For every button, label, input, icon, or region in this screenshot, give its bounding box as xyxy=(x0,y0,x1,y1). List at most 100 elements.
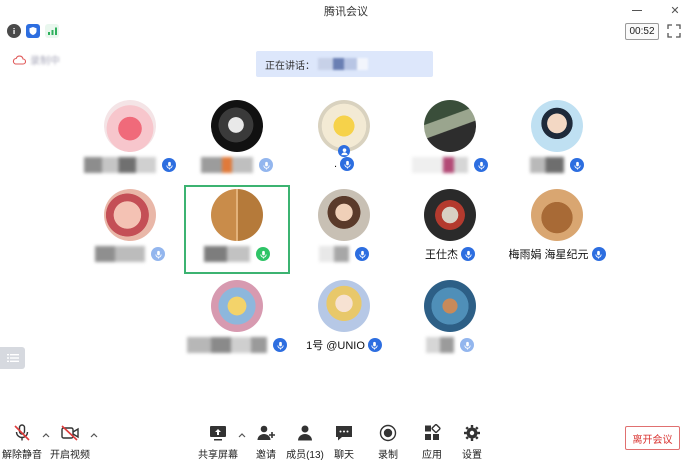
participant-tile[interactable] xyxy=(187,100,287,182)
invite-icon xyxy=(257,425,275,440)
unmute-button[interactable]: 解除静音 xyxy=(0,424,44,461)
minimize-icon xyxy=(632,9,642,11)
participant-tile-active[interactable] xyxy=(187,189,287,271)
start-video-label: 开启视频 xyxy=(50,450,90,461)
chat-icon xyxy=(336,426,352,441)
settings-label: 设置 xyxy=(462,450,482,461)
members-icon xyxy=(298,425,312,441)
mic-icon xyxy=(460,338,474,352)
apps-label: 应用 xyxy=(422,450,442,461)
avatar xyxy=(104,189,156,241)
avatar xyxy=(211,189,263,241)
meeting-info-row xyxy=(0,20,692,42)
start-video-button[interactable]: 开启视频 xyxy=(48,424,92,461)
mic-muted-icon xyxy=(14,424,30,441)
mic-icon xyxy=(151,247,165,261)
meeting-toolbar: 解除静音 开启视频 共享屏幕 邀请 成员(13) 聊天 录制 应用 设置 xyxy=(0,418,692,468)
avatar xyxy=(424,280,476,332)
participant-name-redacted xyxy=(84,157,156,173)
avatar xyxy=(531,100,583,152)
chat-label: 聊天 xyxy=(334,450,354,461)
apps-button[interactable]: 应用 xyxy=(410,424,454,461)
recording-label: 录制中 xyxy=(30,56,60,67)
avatar xyxy=(318,280,370,332)
title-bar: 腾讯会议 ✕ xyxy=(0,0,692,20)
share-screen-button[interactable]: 共享屏幕 xyxy=(196,424,240,461)
invite-label: 邀请 xyxy=(256,450,276,461)
share-screen-label: 共享屏幕 xyxy=(198,450,238,461)
participant-tile[interactable] xyxy=(80,100,180,182)
shield-icon[interactable] xyxy=(26,24,40,38)
leave-meeting-button[interactable]: 离开会议 xyxy=(625,426,680,450)
participant-name: 1号 @UNIO xyxy=(306,340,365,352)
minimize-button[interactable] xyxy=(626,0,648,20)
participant-name-redacted xyxy=(319,246,349,262)
mic-icon xyxy=(340,157,355,171)
avatar xyxy=(424,100,476,152)
chat-button[interactable]: 聊天 xyxy=(322,424,366,461)
person-badge-icon xyxy=(338,145,350,157)
avatar xyxy=(104,100,156,152)
members-label: 成员(13) xyxy=(286,450,324,461)
mic-icon xyxy=(162,158,176,172)
signal-icon[interactable] xyxy=(45,24,59,38)
speaking-label: 正在讲话： xyxy=(265,60,315,72)
mic-icon xyxy=(461,247,475,261)
participant-name: 梅雨娟 海星纪元 xyxy=(508,249,589,261)
share-screen-icon xyxy=(210,426,226,441)
mic-icon xyxy=(570,158,584,172)
participant-name-redacted xyxy=(95,246,145,262)
close-button[interactable]: ✕ xyxy=(664,0,686,20)
participant-tile[interactable]: 1号 @UNIO xyxy=(294,280,394,362)
avatar xyxy=(424,189,476,241)
mic-icon xyxy=(273,338,287,352)
participant-name-redacted xyxy=(412,157,468,173)
members-button[interactable]: 成员(13) xyxy=(283,424,327,461)
video-off-icon xyxy=(61,425,79,441)
participant-tile[interactable]: 梅雨娟 海星纪元 xyxy=(507,189,607,271)
meeting-timer: 00:52 xyxy=(625,23,659,40)
mic-icon xyxy=(259,158,273,172)
mic-icon xyxy=(367,338,382,352)
avatar xyxy=(531,189,583,241)
invite-button[interactable]: 邀请 xyxy=(244,424,288,461)
avatar xyxy=(318,189,370,241)
unmute-label: 解除静音 xyxy=(2,450,42,461)
mic-icon xyxy=(591,247,606,261)
mic-icon xyxy=(355,247,369,261)
record-button[interactable]: 录制 xyxy=(366,424,410,461)
mic-icon xyxy=(474,158,488,172)
speaker-name-redacted xyxy=(318,58,368,70)
participant-name: . xyxy=(333,158,338,170)
participant-tile[interactable] xyxy=(80,189,180,271)
avatar xyxy=(211,100,263,152)
participant-name-redacted xyxy=(530,157,564,173)
mic-speaking-icon xyxy=(256,247,270,261)
participant-name-redacted xyxy=(187,337,267,353)
participant-tile[interactable] xyxy=(507,100,607,182)
participant-tile[interactable] xyxy=(294,189,394,271)
avatar xyxy=(211,280,263,332)
participant-name-redacted xyxy=(204,246,250,262)
close-icon: ✕ xyxy=(670,4,680,17)
chevron-up-icon[interactable] xyxy=(90,432,98,438)
speaking-banner: 正在讲话： xyxy=(256,51,433,77)
participant-name-redacted xyxy=(201,157,253,173)
participant-tile[interactable]: 王仕杰 xyxy=(400,189,500,271)
recording-indicator: 录制中 xyxy=(12,52,60,67)
participant-tile[interactable]: . xyxy=(294,100,394,182)
participant-name: 王仕杰 xyxy=(425,249,458,261)
info-icon[interactable] xyxy=(7,24,21,38)
window-title: 腾讯会议 xyxy=(324,6,368,18)
fullscreen-icon[interactable] xyxy=(666,23,682,39)
participant-tile[interactable] xyxy=(400,280,500,362)
participant-list-toggle[interactable] xyxy=(0,347,25,369)
cloud-icon xyxy=(12,55,26,65)
participant-tile[interactable] xyxy=(400,100,500,182)
list-icon xyxy=(6,354,19,362)
participant-name-redacted xyxy=(426,337,454,353)
settings-button[interactable]: 设置 xyxy=(450,424,494,461)
record-label: 录制 xyxy=(378,450,398,461)
participant-tile[interactable] xyxy=(187,280,287,362)
gear-icon xyxy=(464,425,480,441)
